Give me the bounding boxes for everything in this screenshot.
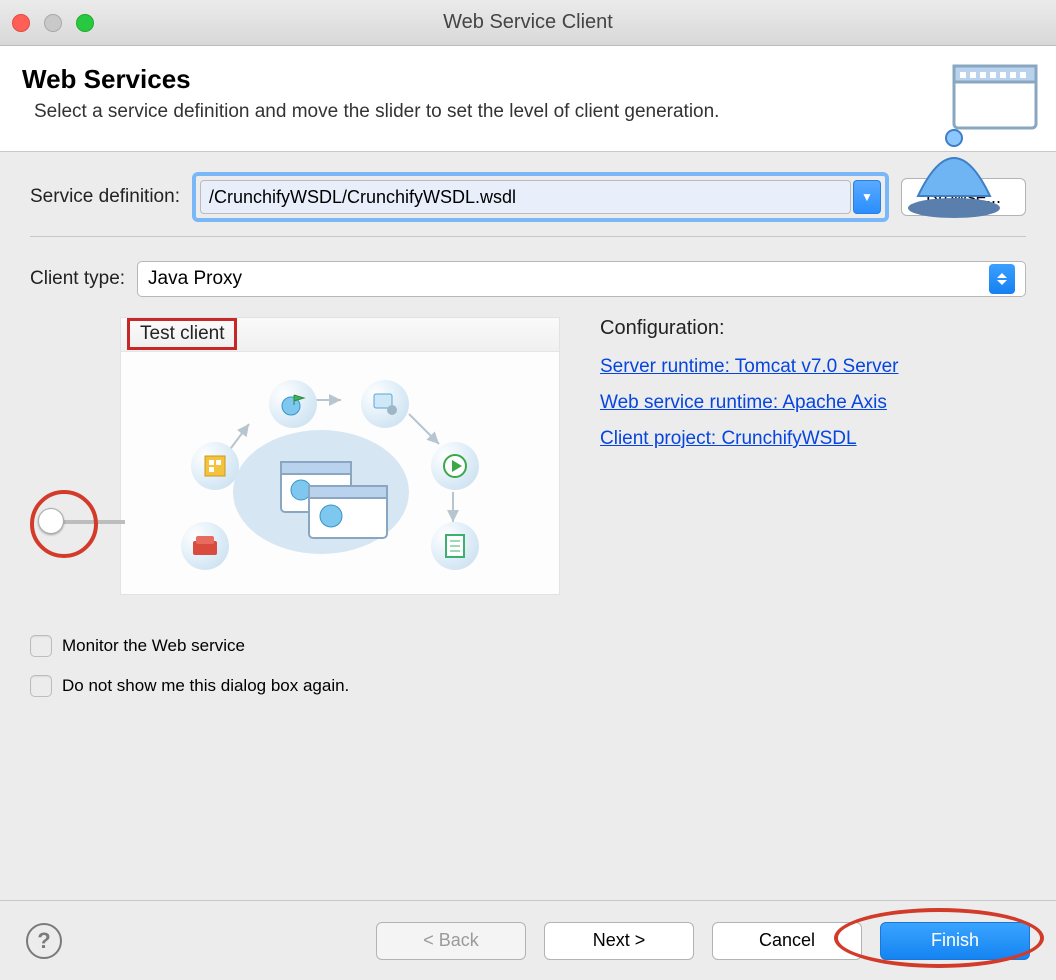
page-subtitle: Select a service definition and move the… bbox=[22, 101, 1034, 123]
cancel-button[interactable]: Cancel bbox=[712, 922, 862, 960]
minimize-window-icon bbox=[44, 14, 62, 32]
client-project-link[interactable]: Client project: CrunchifyWSDL bbox=[600, 428, 1026, 450]
web-service-bell-icon bbox=[906, 60, 1046, 220]
select-stepper-icon[interactable] bbox=[989, 264, 1015, 294]
window-title: Web Service Client bbox=[443, 11, 613, 34]
next-button[interactable]: Next > bbox=[544, 922, 694, 960]
service-definition-combo[interactable]: ▼ bbox=[192, 172, 889, 222]
ws-runtime-link[interactable]: Web service runtime: Apache Axis bbox=[600, 392, 1026, 414]
monitor-checkbox[interactable] bbox=[30, 635, 52, 657]
titlebar: Web Service Client bbox=[0, 0, 1056, 46]
dialog-footer: ? < Back Next > Cancel Finish bbox=[0, 900, 1056, 980]
form-area: Service definition: ▼ Browse... Client t… bbox=[0, 152, 1056, 717]
client-type-row: Client type: Java Proxy bbox=[30, 261, 1026, 297]
configuration-panel: Configuration: Server runtime: Tomcat v7… bbox=[600, 317, 1026, 595]
dialog-header: Web Services Select a service definition… bbox=[0, 46, 1056, 152]
noshow-checkbox[interactable] bbox=[30, 675, 52, 697]
maximize-window-icon[interactable] bbox=[76, 14, 94, 32]
client-type-label: Client type: bbox=[30, 268, 125, 290]
run-icon bbox=[431, 442, 479, 490]
mid-panel: Test client bbox=[120, 317, 1026, 595]
monitor-label: Monitor the Web service bbox=[62, 636, 245, 656]
window-controls bbox=[12, 14, 94, 32]
service-definition-input[interactable] bbox=[200, 180, 851, 214]
chevron-down-icon[interactable]: ▼ bbox=[853, 180, 881, 214]
service-definition-label: Service definition: bbox=[30, 186, 180, 208]
noshow-checkbox-row[interactable]: Do not show me this dialog box again. bbox=[30, 675, 1026, 697]
test-client-badge: Test client bbox=[127, 318, 237, 350]
server-runtime-link[interactable]: Server runtime: Tomcat v7.0 Server bbox=[600, 356, 1026, 378]
client-stack-icon bbox=[271, 452, 391, 542]
wsdl-file-icon bbox=[181, 522, 229, 570]
separator bbox=[30, 236, 1026, 237]
noshow-label: Do not show me this dialog box again. bbox=[62, 676, 349, 696]
monitor-checkbox-row[interactable]: Monitor the Web service bbox=[30, 635, 1026, 657]
document-icon bbox=[431, 522, 479, 570]
finish-button[interactable]: Finish bbox=[880, 922, 1030, 960]
configuration-heading: Configuration: bbox=[600, 317, 1026, 340]
slider-highlight-annotation bbox=[30, 490, 98, 558]
help-icon[interactable]: ? bbox=[26, 923, 62, 959]
globe-flag-icon bbox=[269, 380, 317, 428]
deploy-icon bbox=[191, 442, 239, 490]
page-title: Web Services bbox=[22, 64, 1034, 95]
close-window-icon[interactable] bbox=[12, 14, 30, 32]
service-definition-row: Service definition: ▼ Browse... bbox=[30, 172, 1026, 222]
client-type-value: Java Proxy bbox=[148, 268, 242, 290]
back-button: < Back bbox=[376, 922, 526, 960]
monitor-gear-icon bbox=[361, 380, 409, 428]
diagram-area: Test client bbox=[120, 317, 560, 595]
client-type-select[interactable]: Java Proxy bbox=[137, 261, 1026, 297]
